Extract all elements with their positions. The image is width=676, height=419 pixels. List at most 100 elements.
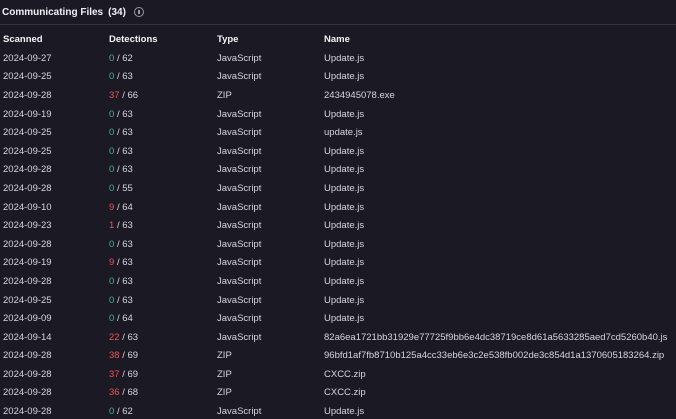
file-name-link[interactable]: Update.js	[324, 295, 676, 306]
engine-total: / 63	[116, 238, 133, 250]
scanned-date: 2024-09-28	[3, 368, 52, 380]
table-row[interactable]: 2024-09-19 9 / 63 JavaScript Update.js	[0, 254, 676, 273]
file-name-link[interactable]: 96bfd1af7fb8710b125a4cc33eb6e3c2e538fb00…	[324, 350, 676, 361]
table-row[interactable]: 2024-09-28 37 / 69 ZIP CXCC.zip	[0, 365, 676, 384]
communicating-files-panel: Communicating Files (34) Scanned Detecti…	[0, 0, 676, 419]
table-row[interactable]: 2024-09-25 0 / 63 JavaScript Update.js	[0, 291, 676, 310]
table-row[interactable]: 2024-09-25 0 / 63 JavaScript update.js	[0, 123, 676, 142]
scanned-date: 2024-09-28	[3, 406, 52, 418]
scanned-date: 2024-09-28	[3, 89, 52, 101]
detections-cell: 0 / 55	[109, 183, 217, 194]
detections-cell: 0 / 63	[109, 127, 217, 138]
table-row[interactable]: 2024-09-28 0 / 62 JavaScript Update.js	[0, 402, 676, 419]
table-row[interactable]: 2024-09-28 0 / 63 JavaScript Update.js	[0, 272, 676, 291]
detection-count: 36	[109, 387, 120, 399]
file-name-link[interactable]: 82a6ea1721bb31929e77725f9bb6e4dc38719ce8…	[324, 332, 676, 343]
scanned-date: 2024-09-25	[3, 294, 52, 306]
engine-total: / 63	[116, 220, 133, 232]
engine-total: / 63	[116, 71, 133, 83]
detections-cell: 38 / 69	[109, 350, 217, 361]
scanned-date: 2024-09-19	[3, 108, 52, 120]
file-type: JavaScript	[217, 220, 262, 232]
detections-cell: 22 / 63	[109, 332, 217, 343]
engine-total: / 62	[116, 406, 133, 418]
info-icon[interactable]	[133, 7, 144, 17]
column-header-type: Type	[217, 34, 239, 45]
column-header-detections: Detections	[109, 34, 158, 45]
table-row[interactable]: 2024-09-28 38 / 69 ZIP 96bfd1af7fb8710b125a…	[0, 347, 676, 366]
detections-cell: 0 / 63	[109, 239, 217, 250]
file-type: JavaScript	[217, 275, 262, 287]
detections-cell: 0 / 62	[109, 53, 217, 64]
engine-total: / 63	[122, 331, 139, 343]
file-name-link[interactable]: Update.js	[324, 202, 676, 213]
file-name-link[interactable]: Update.js	[324, 313, 676, 324]
scanned-date: 2024-09-28	[3, 164, 52, 176]
scanned-date: 2024-09-25	[3, 145, 52, 157]
detections-cell: 37 / 69	[109, 369, 217, 380]
table-row[interactable]: 2024-09-28 36 / 68 ZIP CXCC.zip	[0, 384, 676, 403]
detection-count: 22	[109, 331, 120, 343]
file-name-link[interactable]: Update.js	[324, 183, 676, 194]
file-name-link[interactable]: Update.js	[324, 71, 676, 82]
engine-total: / 63	[116, 127, 133, 139]
detection-count: 0	[109, 71, 115, 83]
table-row[interactable]: 2024-09-28 0 / 63 JavaScript Update.js	[0, 235, 676, 254]
table-row[interactable]: 2024-09-14 22 / 63 JavaScript 82a6ea1721bb3…	[0, 328, 676, 347]
engine-total: / 55	[116, 182, 133, 194]
file-name-link[interactable]: 2434945078.exe	[324, 90, 676, 101]
detection-count: 9	[109, 257, 115, 269]
file-name-link[interactable]: Update.js	[324, 220, 676, 231]
table-row[interactable]: 2024-09-19 0 / 63 JavaScript Update.js	[0, 105, 676, 124]
file-name-link[interactable]: Update.js	[324, 146, 676, 157]
scanned-date: 2024-09-25	[3, 127, 52, 139]
file-type: JavaScript	[217, 238, 262, 250]
scanned-date: 2024-09-10	[3, 201, 52, 213]
engine-total: / 63	[116, 257, 133, 269]
table-row[interactable]: 2024-09-28 0 / 63 JavaScript Update.js	[0, 161, 676, 180]
file-type: JavaScript	[217, 108, 262, 120]
scanned-date: 2024-09-28	[3, 387, 52, 399]
detection-count: 0	[109, 127, 115, 139]
engine-total: / 63	[116, 145, 133, 157]
file-type: JavaScript	[217, 182, 262, 194]
file-type: JavaScript	[217, 294, 262, 306]
table-row[interactable]: 2024-09-09 0 / 64 JavaScript Update.js	[0, 309, 676, 328]
scanned-date: 2024-09-28	[3, 350, 52, 362]
detection-count: 38	[109, 350, 120, 362]
engine-total: / 69	[122, 368, 139, 380]
table-row[interactable]: 2024-09-27 0 / 62 JavaScript Update.js	[0, 49, 676, 68]
file-name-link[interactable]: Update.js	[324, 239, 676, 250]
file-name-link[interactable]: update.js	[324, 127, 676, 138]
file-name-link[interactable]: Update.js	[324, 109, 676, 120]
file-name-link[interactable]: CXCC.zip	[324, 387, 676, 398]
file-name-link[interactable]: Update.js	[324, 53, 676, 64]
detection-count: 0	[109, 164, 115, 176]
file-type: ZIP	[217, 350, 232, 362]
file-name-link[interactable]: Update.js	[324, 257, 676, 268]
table-row[interactable]: 2024-09-10 9 / 64 JavaScript Update.js	[0, 198, 676, 217]
table-row[interactable]: 2024-09-25 0 / 63 JavaScript Update.js	[0, 142, 676, 161]
detection-count: 0	[109, 294, 115, 306]
file-name-link[interactable]: Update.js	[324, 276, 676, 287]
detections-cell: 0 / 63	[109, 295, 217, 306]
detection-count: 37	[109, 368, 120, 380]
file-name-link[interactable]: Update.js	[324, 164, 676, 175]
file-type: ZIP	[217, 368, 232, 380]
section-header: Communicating Files (34)	[0, 0, 676, 25]
file-type: ZIP	[217, 89, 232, 101]
scanned-date: 2024-09-25	[3, 71, 52, 83]
engine-total: / 63	[116, 164, 133, 176]
file-type: JavaScript	[217, 201, 262, 213]
detection-count: 0	[109, 108, 115, 120]
table-row[interactable]: 2024-09-28 37 / 66 ZIP 2434945078.exe	[0, 86, 676, 105]
file-name-link[interactable]: Update.js	[324, 406, 676, 417]
file-name-link[interactable]: CXCC.zip	[324, 369, 676, 380]
engine-total: / 64	[116, 313, 133, 325]
detections-cell: 0 / 63	[109, 109, 217, 120]
table-body: 2024-09-27 0 / 62 JavaScript Update.js 2024-…	[0, 49, 676, 419]
table-row[interactable]: 2024-09-28 0 / 55 JavaScript Update.js	[0, 179, 676, 198]
table-row[interactable]: 2024-09-25 0 / 63 JavaScript Update.js	[0, 68, 676, 87]
table-row[interactable]: 2024-09-23 1 / 63 JavaScript Update.js	[0, 216, 676, 235]
scanned-date: 2024-09-09	[3, 313, 52, 325]
